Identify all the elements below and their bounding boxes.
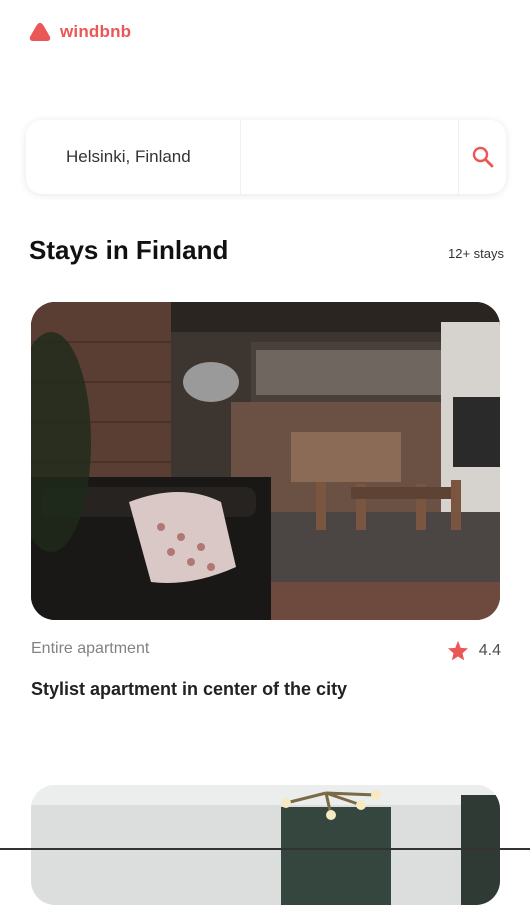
stay-image bbox=[31, 785, 500, 905]
page-title: Stays in Finland bbox=[29, 235, 229, 265]
location-value[interactable]: Helsinki, Finland bbox=[66, 147, 191, 167]
search-button[interactable] bbox=[459, 120, 506, 194]
stay-photo[interactable] bbox=[31, 785, 500, 905]
stay-image bbox=[31, 302, 500, 620]
stay-photo[interactable] bbox=[31, 302, 500, 620]
brand-name: windbnb bbox=[60, 22, 132, 41]
location-field[interactable]: Helsinki, Finland bbox=[26, 120, 241, 194]
stay-count: 12+ stays bbox=[447, 246, 504, 261]
search-bar[interactable]: Helsinki, Finland bbox=[26, 120, 506, 194]
rating-value: 4.4 bbox=[478, 641, 501, 659]
logo[interactable]: windbnb bbox=[28, 22, 131, 42]
stay-type: Entire apartment bbox=[31, 640, 150, 657]
stay-title[interactable]: Stylist apartment in center of the city bbox=[31, 679, 347, 700]
guests-field[interactable] bbox=[241, 120, 459, 194]
stay-rating: 4.4 bbox=[447, 640, 501, 661]
search-icon bbox=[472, 146, 493, 168]
logo-icon bbox=[29, 23, 51, 41]
star-icon bbox=[447, 640, 468, 661]
